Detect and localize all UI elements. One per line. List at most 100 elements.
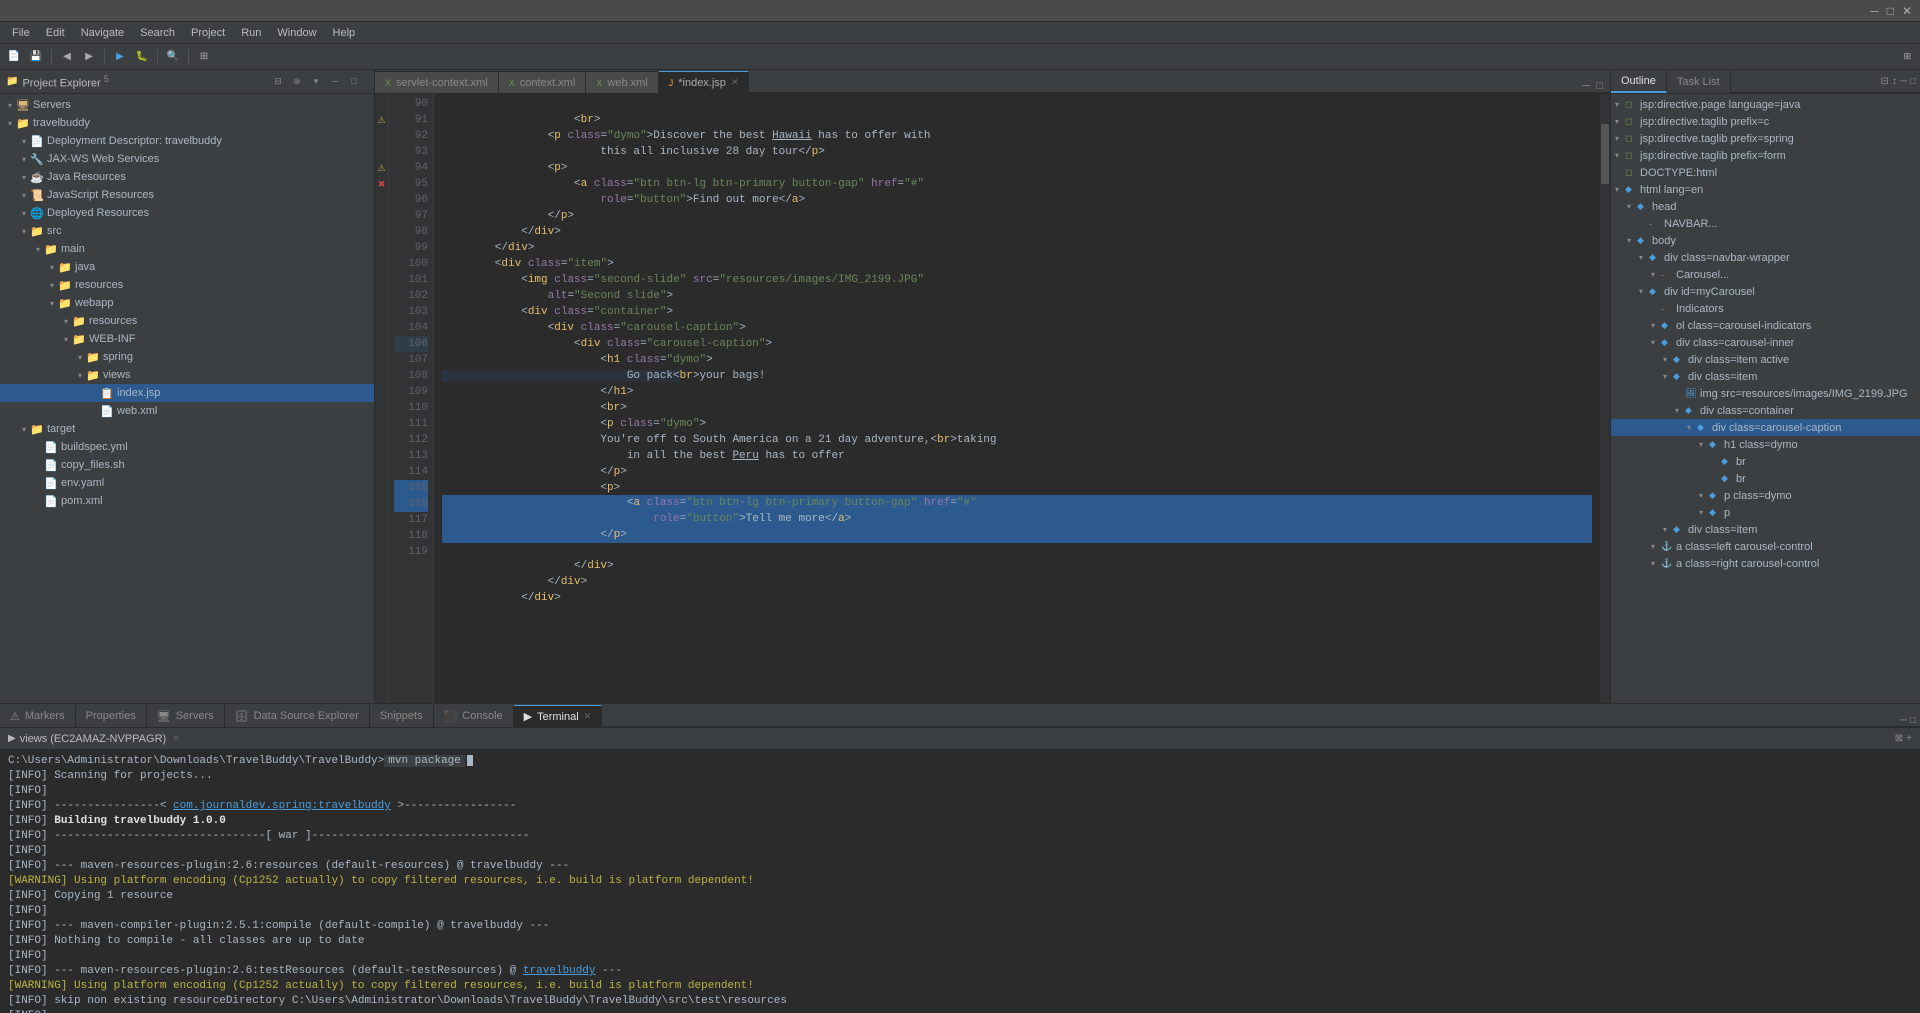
terminal-clear-button[interactable]: ⊠ [1895,733,1903,744]
tree-item[interactable]: ▾ 📁 java [0,258,374,276]
outline-item[interactable]: ▾ ◻ jsp:directive.page language=java [1611,96,1920,113]
tree-toggle[interactable]: ▾ [74,351,86,363]
outline-collapse-button[interactable]: ⊟ [1880,76,1888,87]
menu-help[interactable]: Help [325,25,364,41]
outline-item[interactable]: ▾ ◆ div class=navbar-wrapper [1611,249,1920,266]
tree-toggle[interactable] [32,441,44,453]
outline-sort-button[interactable]: ↕ [1892,76,1897,87]
outline-toggle[interactable]: ▾ [1615,100,1625,109]
tree-toggle[interactable]: ▾ [18,423,30,435]
menu-edit[interactable]: Edit [38,25,73,41]
tab-servlet-context[interactable]: X servlet-context.xml [375,71,499,93]
tree-toggle[interactable]: ▾ [46,261,58,273]
tree-item[interactable]: ▾ ☕ Java Resources [0,168,374,186]
outline-item[interactable]: ◻ DOCTYPE:html [1611,164,1920,181]
tab-markers[interactable]: ⚠ Markers [0,705,76,727]
outline-item[interactable]: ◆ br [1611,470,1920,487]
outline-toggle[interactable]: ▾ [1699,440,1709,449]
tree-toggle[interactable]: ▾ [4,99,16,111]
outline-item[interactable]: ▾ ◆ div class=carousel-caption [1611,419,1920,436]
outline-item[interactable]: ▾ ⚓ a class=left carousel-control [1611,538,1920,555]
tree-item[interactable]: 📄 copy_files.sh [0,456,374,474]
tree-item[interactable]: ▾ 📁 spring [0,348,374,366]
maximize-editor-button[interactable]: □ [1593,80,1606,92]
outline-toggle[interactable]: ▾ [1627,236,1637,245]
outline-toggle[interactable]: ▾ [1639,287,1649,296]
outline-item[interactable]: ▾ ◆ div class=carousel-inner [1611,334,1920,351]
tab-index-jsp[interactable]: J *index.jsp ✕ [659,71,750,93]
outline-toggle[interactable]: ▾ [1615,185,1625,194]
menu-file[interactable]: File [4,25,38,41]
outline-item[interactable]: - NAVBAR... [1611,215,1920,232]
outline-maximize-button[interactable]: □ [1910,76,1916,87]
outline-item[interactable]: ▾ ◆ h1 class=dymo [1611,436,1920,453]
outline-item[interactable]: ▾ ◆ div class=item [1611,521,1920,538]
tree-item[interactable]: 📄 web.xml [0,402,374,420]
tree-toggle[interactable] [88,387,100,399]
tree-item[interactable]: ▾ 📄 Deployment Descriptor: travelbuddy [0,132,374,150]
outline-item[interactable]: ▾ ◆ div id=myCarousel [1611,283,1920,300]
outline-item[interactable]: ▾ ◆ div class=item [1611,368,1920,385]
outline-item[interactable]: ▾ ◆ ol class=carousel-indicators [1611,317,1920,334]
tree-toggle[interactable]: ▾ [18,225,30,237]
tree-item[interactable]: ▾ 📁 webapp [0,294,374,312]
menu-search[interactable]: Search [132,25,183,41]
tree-item[interactable]: 📋 index.jsp [0,384,374,402]
editor-scrollbar-vertical[interactable] [1600,94,1610,703]
forward-button[interactable]: ▶ [79,47,99,67]
perspective-button[interactable]: ⊞ [1898,47,1916,67]
code-editor[interactable]: <br> <p class="dymo">Discover the best H… [434,94,1600,703]
outline-toggle[interactable]: ▾ [1627,202,1637,211]
tree-toggle[interactable] [88,405,100,417]
outline-toggle[interactable]: ▾ [1699,491,1709,500]
outline-item[interactable]: ▾ ◆ div class=container [1611,402,1920,419]
tree-item[interactable]: ▾ 📁 resources [0,276,374,294]
outline-toggle[interactable]: ▾ [1687,423,1697,432]
tree-toggle[interactable] [32,477,44,489]
outline-item[interactable]: ▾ ◆ div class=item active [1611,351,1920,368]
outline-toggle[interactable]: ▾ [1651,321,1661,330]
link-editor-button[interactable]: ⊕ [289,73,305,89]
outline-toggle[interactable]: ▾ [1651,338,1661,347]
tree-toggle[interactable]: ▾ [46,279,58,291]
tab-outline[interactable]: Outline [1611,70,1667,93]
outline-toggle[interactable]: ▾ [1699,508,1709,517]
tab-snippets[interactable]: Snippets [370,705,434,727]
terminal-tab-close[interactable]: ✕ [584,711,592,722]
tree-item[interactable]: ▾ 📁 main [0,240,374,258]
terminal-new-button[interactable]: + [1906,733,1912,744]
tree-item[interactable]: ▾ 📁 WEB-INF [0,330,374,348]
outline-item[interactable]: ◆ br [1611,453,1920,470]
tree-toggle[interactable]: ▾ [18,189,30,201]
tab-servers[interactable]: 🖥 Servers [147,705,225,727]
outline-item[interactable]: ▾ ◻ jsp:directive.taglib prefix=c [1611,113,1920,130]
tree-toggle[interactable]: ▾ [18,153,30,165]
minimize-editor-button[interactable]: ─ [1580,80,1594,92]
outline-item[interactable]: ▾ ◆ head [1611,198,1920,215]
menu-window[interactable]: Window [269,25,324,41]
bottom-maximize-button[interactable]: □ [1910,715,1916,726]
outline-item[interactable]: ▾ ◆ body [1611,232,1920,249]
tree-toggle[interactable]: ▾ [18,207,30,219]
outline-toggle[interactable]: ▾ [1663,355,1673,364]
tree-item[interactable]: ▾ 📁 target [0,420,374,438]
tree-item[interactable]: ▾ 🌐 Deployed Resources [0,204,374,222]
outline-item[interactable]: ▾ ◆ p class=dymo [1611,487,1920,504]
tree-item[interactable]: ▾ 🖥 Servers [0,96,374,114]
minimize-button[interactable]: ─ [1870,4,1879,18]
tree-item[interactable]: ▾ 📜 JavaScript Resources [0,186,374,204]
tree-toggle[interactable]: ▾ [18,171,30,183]
outline-item[interactable]: - Indicators [1611,300,1920,317]
tree-item[interactable]: 📄 env.yaml [0,474,374,492]
terminal-output[interactable]: C:\Users\Administrator\Downloads\TravelB… [0,750,1920,1013]
tree-item[interactable]: ▾ 🔧 JAX-WS Web Services [0,150,374,168]
tab-web-xml[interactable]: X web.xml [586,71,658,93]
run-button[interactable]: ▶ [110,47,130,67]
tree-item[interactable]: ▾ 📁 travelbuddy [0,114,374,132]
outline-toggle[interactable]: ▾ [1675,406,1685,415]
menu-project[interactable]: Project [183,25,233,41]
debug-button[interactable]: 🐛 [132,47,152,67]
tree-toggle[interactable]: ▾ [4,117,16,129]
tree-toggle[interactable]: ▾ [46,297,58,309]
bottom-minimize-button[interactable]: ─ [1900,715,1907,726]
